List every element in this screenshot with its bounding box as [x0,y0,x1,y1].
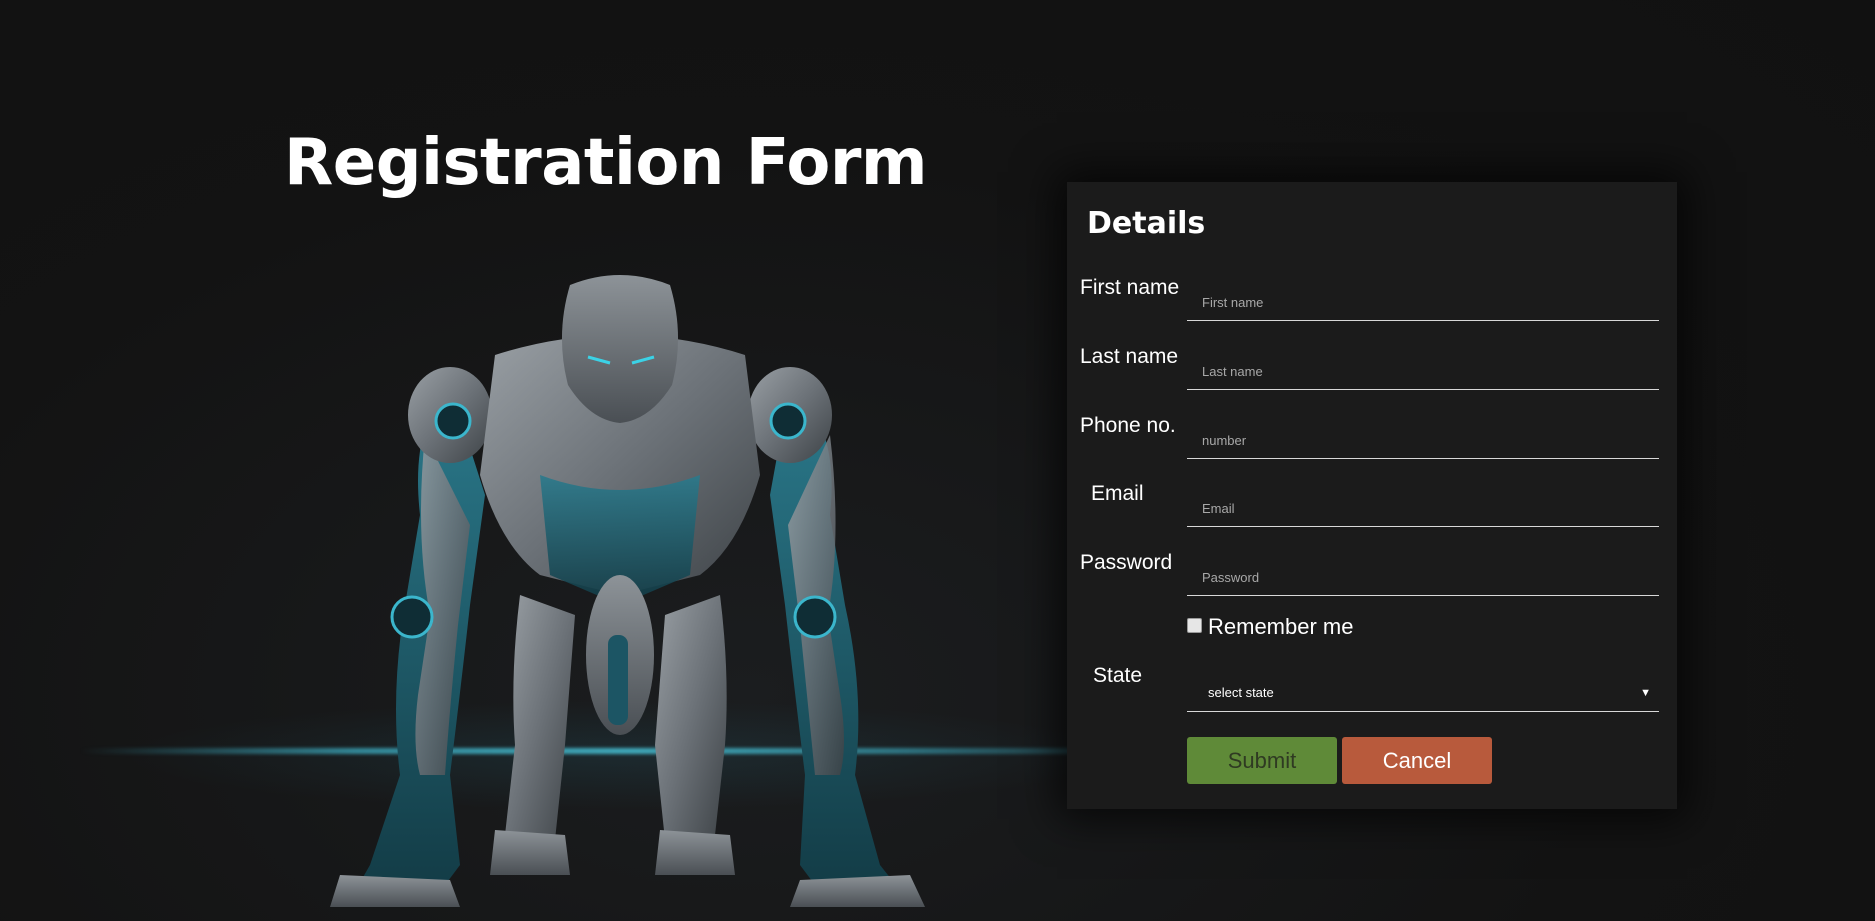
caret-down-icon: ▼ [1640,686,1651,699]
form-title: Details [1087,206,1206,241]
remember-me-label[interactable]: Remember me [1208,614,1353,640]
email-label: Email [1091,482,1144,505]
last-name-input[interactable] [1187,344,1659,390]
last-name-label: Last name [1080,345,1179,368]
robot-illustration [330,275,925,907]
cancel-button[interactable]: Cancel [1342,737,1492,784]
registration-page: Registration Form Details First name Fir… [0,0,1875,921]
phone-label: Phone no. [1080,414,1176,437]
state-select-value: select state [1208,685,1274,700]
submit-button[interactable]: Submit [1187,737,1337,784]
remember-me-row: Remember me [1187,614,1353,640]
password-label: Password [1080,551,1173,574]
details-form-panel: Details First name Last name Phone no. E… [1067,182,1677,809]
state-label: State [1093,664,1143,687]
page-title: Registration Form [284,126,928,200]
first-name-input[interactable] [1187,275,1659,321]
remember-me-checkbox[interactable] [1187,617,1202,633]
password-input[interactable] [1187,550,1659,596]
first-name-label: First name [1080,276,1180,299]
phone-input[interactable] [1187,413,1659,459]
state-select[interactable]: select state ▼ [1187,666,1659,712]
email-input[interactable] [1187,481,1659,527]
